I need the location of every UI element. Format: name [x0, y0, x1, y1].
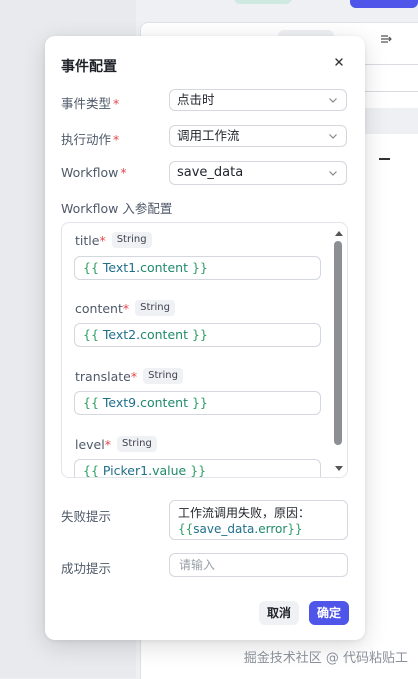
fail-message-text: 工作流调用失败，原因： [178, 506, 311, 520]
param-input-title[interactable]: {{ Text1.content }} [74, 256, 321, 280]
event-type-select[interactable]: 点击时 [169, 89, 347, 111]
action-value: 调用工作流 [177, 128, 240, 143]
param-input-level[interactable]: {{ Picker1.value }} [74, 459, 321, 478]
required-mark: * [99, 232, 106, 248]
type-badge: String [116, 436, 157, 452]
panel-input[interactable] [356, 64, 418, 92]
event-type-value: 点击时 [177, 92, 215, 107]
property: value [152, 463, 187, 478]
params-label: Workflow 入参配置 [61, 201, 173, 216]
required-mark: * [113, 96, 120, 111]
action-label: 执行动作 * [61, 129, 119, 148]
brace: {{ [83, 327, 99, 342]
required-mark: * [122, 300, 130, 316]
event-type-label: 事件类型 * [61, 93, 119, 112]
param-label: translate * String [75, 368, 183, 384]
panel-field[interactable] [356, 108, 418, 134]
brace: {{ [83, 260, 99, 275]
collapse-icon[interactable] [379, 158, 390, 160]
param-name: translate [75, 368, 131, 384]
brace: {{ [178, 522, 194, 536]
watermark: 掘金技术社区 @ 代码粘贴工 [243, 651, 408, 666]
brace: {{ [83, 395, 99, 410]
scrollbar-thumb[interactable] [334, 241, 342, 445]
param-input-content[interactable]: {{ Text2.content }} [74, 323, 321, 347]
event-config-dialog: 事件配置 事件类型 * 点击时 执行动作 * 调用工作流 Workflow * sav… [45, 36, 365, 640]
publish-button[interactable] [350, 0, 418, 8]
fail-message-expression: {{save_data.error}} [178, 521, 339, 537]
variable: save_data [193, 522, 255, 536]
variable: Text1 [102, 260, 137, 275]
property: error [258, 522, 288, 536]
brace: }} [191, 260, 208, 275]
type-badge: String [143, 368, 183, 384]
action-label-text: 执行动作 [61, 132, 112, 147]
workflow-label: Workflow * [61, 165, 127, 180]
fail-message-input[interactable]: 工作流调用失败，原因： {{save_data.error}} [169, 500, 348, 540]
collapse-panel-icon[interactable] [380, 33, 392, 48]
required-mark: * [113, 132, 120, 147]
required-mark: * [104, 436, 111, 452]
variable: Picker1 [102, 463, 149, 478]
property: content [140, 327, 188, 342]
brace: }} [191, 395, 208, 410]
property: content [140, 395, 188, 410]
success-placeholder: 请输入 [179, 558, 216, 572]
param-label: content * String [75, 300, 175, 316]
type-badge: String [111, 232, 152, 248]
fail-message-label: 失败提示 [61, 509, 112, 524]
workflow-label-text: Workflow [61, 165, 119, 180]
success-message-label: 成功提示 [61, 561, 112, 576]
toolbar-button[interactable] [234, 0, 292, 4]
variable: Text2 [102, 327, 137, 342]
scrollbar[interactable] [333, 225, 345, 475]
param-name: level [75, 436, 105, 452]
cancel-button[interactable]: 取消 [259, 601, 299, 625]
type-badge: String [135, 300, 175, 316]
param-name: content [75, 300, 123, 316]
workflow-value: save_data [177, 165, 244, 180]
close-icon[interactable] [331, 54, 347, 70]
params-list[interactable]: title * String {{ Text1.content }} conten… [61, 222, 348, 478]
chevron-down-icon [329, 171, 337, 176]
workflow-select[interactable]: save_data [169, 161, 347, 185]
param-label: title * String [75, 232, 152, 248]
scroll-down-arrow-icon[interactable] [335, 466, 343, 471]
chevron-down-icon [329, 134, 337, 139]
event-type-label-text: 事件类型 [61, 96, 112, 111]
variable: Text9 [102, 395, 137, 410]
param-label: level * String [75, 436, 157, 452]
scroll-up-arrow-icon[interactable] [335, 231, 343, 236]
action-select[interactable]: 调用工作流 [169, 125, 347, 147]
param-input-translate[interactable]: {{ Text9.content }} [74, 391, 321, 415]
required-mark: * [130, 368, 138, 384]
brace: }} [190, 463, 207, 478]
brace: }} [287, 522, 303, 536]
brace: }} [191, 327, 208, 342]
property: content [140, 260, 188, 275]
dialog-title: 事件配置 [61, 59, 117, 75]
confirm-button[interactable]: 确定 [309, 601, 349, 625]
success-message-input[interactable]: 请输入 [169, 553, 348, 577]
required-mark: * [120, 165, 127, 180]
chevron-down-icon [329, 98, 337, 103]
param-name: title [75, 232, 100, 248]
brace: {{ [83, 463, 99, 478]
